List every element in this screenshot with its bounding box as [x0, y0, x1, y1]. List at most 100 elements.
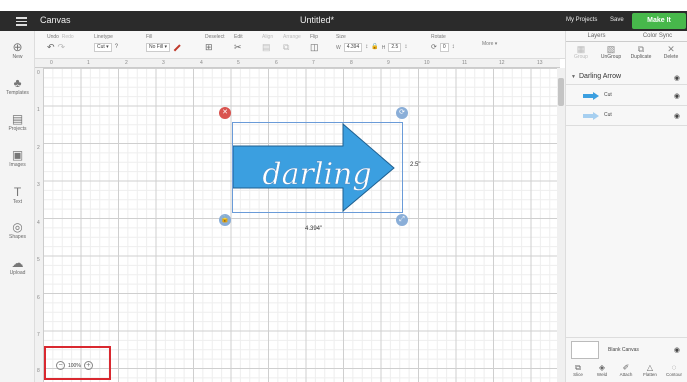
- save-button[interactable]: Save: [610, 17, 624, 23]
- contour-icon: ◌: [671, 363, 677, 372]
- layer-name: Cut: [604, 92, 612, 98]
- more-button[interactable]: More ▾: [482, 41, 497, 47]
- sidebar-item-label: Images: [9, 162, 26, 168]
- blank-canvas-swatch[interactable]: [571, 341, 599, 359]
- linetype-value: Cut: [97, 44, 105, 50]
- rotate-input[interactable]: 0: [439, 43, 449, 52]
- ungroup-button[interactable]: ▧ UnGroup: [596, 44, 626, 66]
- left-sidebar: ⊕ New ♣ Templates ▤ Projects ▣ Images T …: [0, 31, 35, 382]
- zoom-in-button[interactable]: +: [83, 361, 93, 370]
- ruler-number: 5: [237, 60, 240, 66]
- height-input[interactable]: 2.5: [388, 43, 402, 52]
- layer-row[interactable]: Cut ◉: [566, 106, 687, 126]
- eye-icon[interactable]: ◉: [674, 74, 680, 82]
- undo-label: Undo: [47, 34, 59, 40]
- tab-color-sync[interactable]: Color Sync: [627, 31, 687, 41]
- scissors-icon[interactable]: ✂: [234, 43, 242, 52]
- sidebar-item-label: Templates: [6, 90, 29, 96]
- weld-icon: ◈: [598, 363, 606, 372]
- trash-icon: ✕: [667, 44, 675, 54]
- deselect-icon[interactable]: ⊞: [205, 43, 213, 52]
- lock-proportion-icon[interactable]: 🔒: [371, 43, 378, 52]
- edit-toolbar: Undo Redo ↶ ↷ Linetype Cut ▾ ? Fill No F…: [35, 31, 565, 59]
- sidebar-item-upload[interactable]: ☁ Upload: [0, 257, 35, 276]
- linetype-select[interactable]: Cut ▾: [94, 43, 112, 52]
- slice-button[interactable]: ⧉ Slice: [566, 363, 590, 382]
- more-group: More ▾: [482, 41, 497, 47]
- layer-tools: ▦ Group ▧ UnGroup ⧉ Duplicate ✕ Delete: [566, 44, 687, 66]
- fill-color-swatch[interactable]: [173, 44, 181, 51]
- redo-label: Redo: [61, 34, 74, 40]
- blank-canvas-row[interactable]: Blank Canvas ◉: [566, 337, 687, 361]
- make-it-button[interactable]: Make It: [632, 13, 686, 29]
- zoom-level: 100%: [68, 362, 81, 369]
- ruler-number: 10: [424, 60, 430, 66]
- canvas-scrollbar[interactable]: [557, 68, 565, 382]
- bottom-tools: ⧉ Slice ◈ Weld ✐ Attach △ Flatten ◌ Cont…: [566, 363, 687, 382]
- fill-group: Fill No Fill ▾: [146, 34, 181, 52]
- arrange-icon[interactable]: ⧉: [283, 43, 289, 52]
- edit-label: Edit: [234, 34, 243, 40]
- height-stepper-icon[interactable]: ↕: [404, 43, 407, 52]
- ruler-number: 2: [125, 60, 128, 66]
- layer-row[interactable]: Cut ◉: [566, 86, 687, 106]
- eye-icon[interactable]: ◉: [674, 346, 680, 354]
- arrange-label: Arrange: [283, 34, 301, 40]
- sidebar-item-label: Upload: [9, 270, 26, 276]
- design-canvas[interactable]: [44, 68, 557, 382]
- my-projects-link[interactable]: My Projects: [566, 17, 597, 23]
- eye-icon[interactable]: ◉: [674, 92, 680, 100]
- ruler-number: 12: [499, 60, 505, 66]
- contour-button[interactable]: ◌ Contour: [662, 363, 686, 382]
- ruler-number: 7: [37, 332, 40, 338]
- zoom-out-button[interactable]: −: [56, 361, 65, 370]
- width-input[interactable]: 4.394: [343, 43, 363, 52]
- hamburger-menu-icon[interactable]: [16, 17, 27, 26]
- delete-button[interactable]: ✕ Delete: [656, 44, 686, 66]
- flip-icon[interactable]: ◫: [310, 43, 319, 52]
- group-button[interactable]: ▦ Group: [566, 44, 596, 66]
- lock-handle-icon[interactable]: 🔒: [219, 214, 231, 226]
- eye-icon[interactable]: ◉: [674, 112, 680, 120]
- group-icon: ▦: [576, 44, 586, 54]
- flatten-button[interactable]: △ Flatten: [638, 363, 662, 382]
- attach-button[interactable]: ✐ Attach: [614, 363, 638, 382]
- sidebar-item-shapes[interactable]: ◎ Shapes: [0, 221, 35, 240]
- delete-label: Delete: [663, 54, 679, 60]
- ruler-number: 9: [387, 60, 390, 66]
- ruler-left: 0 1 2 3 4 5 6 7 8: [35, 68, 44, 382]
- scale-handle-icon[interactable]: ⤢: [396, 214, 408, 226]
- sidebar-item-images[interactable]: ▣ Images: [0, 149, 35, 168]
- fill-select[interactable]: No Fill ▾: [146, 43, 171, 52]
- align-icon[interactable]: ▤: [262, 43, 271, 52]
- ruler-number: 11: [462, 60, 468, 66]
- sidebar-item-templates[interactable]: ♣ Templates: [0, 77, 35, 96]
- rotate-stepper-icon[interactable]: ↕: [452, 43, 455, 52]
- sidebar-item-new[interactable]: ⊕ New: [0, 41, 35, 60]
- duplicate-button[interactable]: ⧉ Duplicate: [626, 44, 656, 66]
- width-stepper-icon[interactable]: ↕: [365, 43, 368, 52]
- app-title: Canvas: [40, 15, 71, 25]
- projects-icon: ▤: [11, 112, 24, 126]
- undo-icon[interactable]: ↶: [47, 43, 55, 52]
- chevron-down-icon[interactable]: ▼: [571, 74, 576, 80]
- sidebar-item-text[interactable]: T Text: [0, 186, 35, 205]
- slice-icon: ⧉: [575, 363, 581, 372]
- scrollbar-thumb[interactable]: [558, 78, 564, 106]
- layer-group-darling-arrow[interactable]: ▼ Darling Arrow ◉: [566, 71, 687, 85]
- height-label: H: [381, 44, 386, 51]
- weld-label: Weld: [596, 372, 608, 377]
- flip-label: Flip: [310, 34, 319, 40]
- sidebar-item-label: Text: [12, 199, 23, 205]
- redo-icon[interactable]: ↷: [58, 43, 66, 52]
- rotate-handle-icon[interactable]: ⟳: [396, 107, 408, 119]
- linetype-help[interactable]: ?: [115, 43, 118, 52]
- ruler-number: 13: [537, 60, 543, 66]
- tab-layers[interactable]: Layers: [566, 31, 627, 41]
- delete-handle-icon[interactable]: ✕: [219, 107, 231, 119]
- duplicate-icon: ⧉: [637, 44, 645, 54]
- size-label: Size: [336, 34, 346, 40]
- ruler-number: 3: [37, 182, 40, 188]
- sidebar-item-projects[interactable]: ▤ Projects: [0, 113, 35, 132]
- weld-button[interactable]: ◈ Weld: [590, 363, 614, 382]
